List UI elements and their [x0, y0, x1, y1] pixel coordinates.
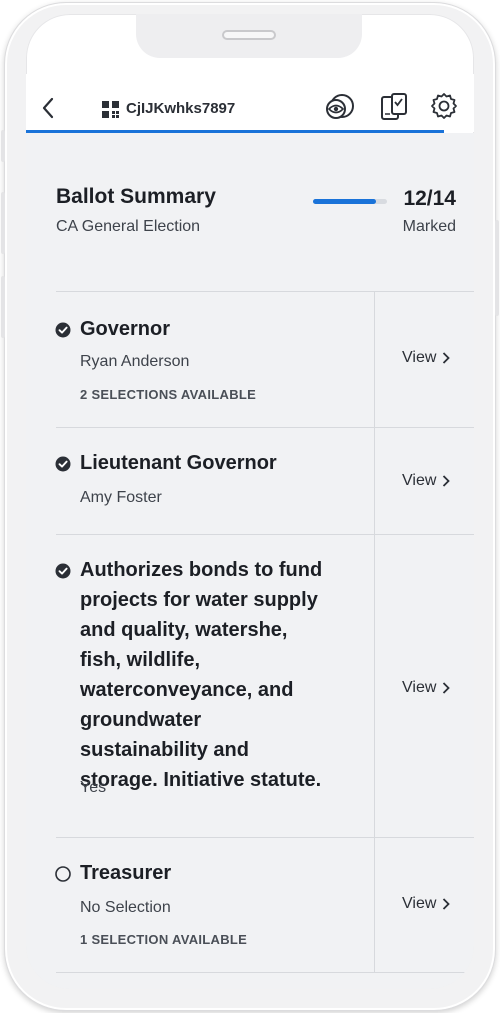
contest-selection: Yes	[80, 779, 107, 796]
view-contest-link[interactable]: View	[402, 679, 451, 697]
gear-icon[interactable]	[430, 92, 458, 120]
view-contest-link[interactable]: View	[402, 895, 451, 913]
chevron-right-icon	[443, 682, 451, 694]
speaker-grille	[222, 30, 276, 40]
audio-visual-icon[interactable]	[322, 92, 358, 122]
contest-selection: Amy Foster	[80, 489, 162, 506]
contest-row-treasurer[interactable]: Treasurer No Selection 1 SELECTION AVAIL…	[26, 837, 474, 972]
marked-progress-fill	[313, 199, 377, 204]
volume-down-button	[1, 276, 5, 338]
checked-circle-icon	[55, 456, 71, 472]
contest-title: Governor	[80, 318, 171, 340]
app-header: CjIJKwhks7897	[26, 74, 474, 132]
view-contest-link[interactable]: View	[402, 472, 451, 490]
selections-available: 1 SELECTION AVAILABLE	[80, 932, 248, 947]
notch	[136, 14, 362, 58]
marked-label: Marked	[402, 218, 456, 235]
election-name: CA General Election	[56, 218, 201, 235]
checked-circle-icon	[55, 322, 71, 338]
marked-count: 12/14	[403, 187, 456, 210]
chevron-right-icon	[443, 475, 451, 487]
contest-selection: No Selection	[80, 899, 171, 916]
phone-screen: CjIJKwhks7897 Ballot Summary CA General …	[26, 14, 474, 989]
view-label: View	[402, 349, 437, 366]
ballot-device-icon[interactable]	[380, 92, 408, 122]
contest-row-governor[interactable]: Governor Ryan Anderson 2 SELECTIONS AVAI…	[26, 292, 474, 427]
empty-circle-icon	[55, 866, 71, 882]
power-button	[495, 220, 499, 316]
ballot-id: CjIJKwhks7897	[126, 100, 236, 117]
ballot-summary-content: Ballot Summary CA General Election 12/14…	[26, 133, 474, 989]
mute-switch	[1, 130, 5, 162]
contest-title: Treasurer	[80, 862, 172, 884]
view-contest-link[interactable]: View	[402, 349, 451, 367]
chevron-right-icon	[443, 898, 451, 910]
view-label: View	[402, 895, 437, 912]
view-label: View	[402, 679, 437, 696]
divider	[56, 972, 474, 973]
contest-row-water-bond-measure[interactable]: Authorizes bonds to fund projects for wa…	[26, 534, 474, 837]
contest-selection: Ryan Anderson	[80, 353, 190, 370]
selections-available: 2 SELECTIONS AVAILABLE	[80, 387, 257, 402]
checked-circle-icon	[55, 563, 71, 579]
volume-up-button	[1, 192, 5, 254]
summary-title: Ballot Summary	[56, 185, 216, 208]
contest-row-lieutenant-governor[interactable]: Lieutenant Governor Amy Foster View	[26, 427, 474, 534]
chevron-right-icon	[443, 352, 451, 364]
back-chevron-icon[interactable]	[40, 96, 56, 120]
contest-title: Authorizes bonds to fund projects for wa…	[80, 559, 323, 791]
qr-code-icon	[102, 101, 119, 118]
contest-title: Lieutenant Governor	[80, 452, 277, 474]
marked-progress-bar	[313, 199, 387, 204]
view-label: View	[402, 472, 437, 489]
